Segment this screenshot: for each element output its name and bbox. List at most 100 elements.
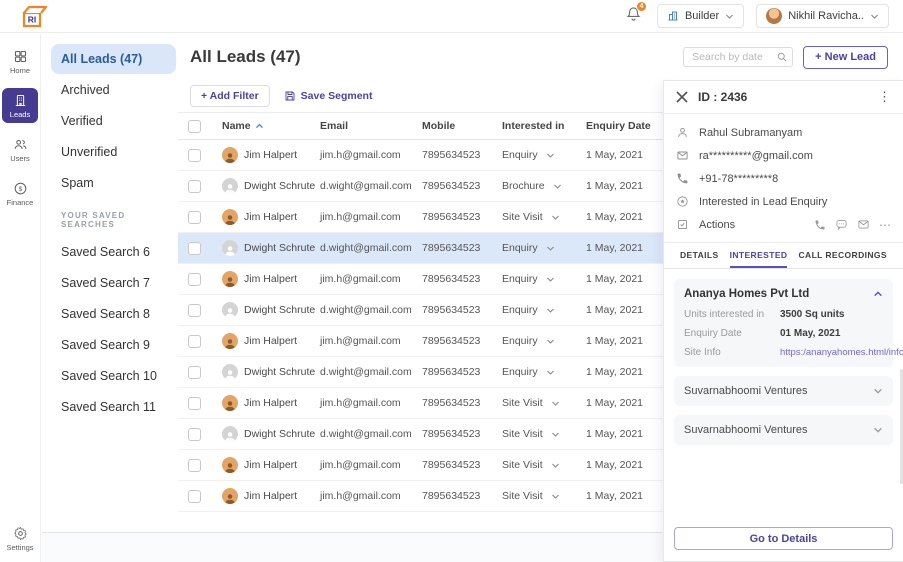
- nav-item-finance[interactable]: $ Finance: [2, 176, 38, 211]
- table-row[interactable]: Jim Halpert jim.h@gmail.com 7895634523 S…: [178, 481, 663, 512]
- row-checkbox[interactable]: [188, 304, 201, 317]
- column-header-name[interactable]: Name: [222, 120, 320, 132]
- site-info-link[interactable]: https:/ananyahomes.html/info: [780, 347, 903, 358]
- saved-search-item[interactable]: Saved Search 11: [41, 392, 178, 422]
- chat-action-icon[interactable]: [835, 218, 848, 231]
- lead-enquiry-date: 1 May, 2021: [586, 149, 663, 161]
- panel-tab[interactable]: INTERESTED: [730, 243, 788, 268]
- row-checkbox[interactable]: [188, 366, 201, 379]
- row-checkbox[interactable]: [188, 459, 201, 472]
- contact-email: ra**********@gmail.com: [699, 150, 813, 162]
- svg-text:$: $: [18, 186, 22, 193]
- logo-box-icon: RI: [18, 3, 48, 30]
- lead-enquiry-date: 1 May, 2021: [586, 242, 663, 254]
- table-row[interactable]: Jim Halpert jim.h@gmail.com 7895634523 E…: [178, 264, 663, 295]
- table-row[interactable]: Jim Halpert jim.h@gmail.com 7895634523 E…: [178, 140, 663, 171]
- panel-tab[interactable]: DETAILS: [680, 243, 719, 268]
- add-filter-button[interactable]: + Add Filter: [190, 85, 270, 107]
- interest-dropdown[interactable]: Brochure: [502, 180, 586, 192]
- row-checkbox[interactable]: [188, 273, 201, 286]
- filter-item[interactable]: All Leads (47): [51, 44, 176, 74]
- row-checkbox[interactable]: [188, 211, 201, 224]
- saved-search-item[interactable]: Saved Search 9: [41, 330, 178, 360]
- lead-id-label: ID : 2436: [698, 90, 747, 104]
- person-avatar-icon: [224, 307, 236, 318]
- row-checkbox[interactable]: [188, 490, 201, 503]
- row-checkbox[interactable]: [188, 397, 201, 410]
- leads-table-body: Jim Halpert jim.h@gmail.com 7895634523 E…: [178, 140, 663, 512]
- interest-dropdown[interactable]: Enquiry: [502, 366, 586, 378]
- saved-search-item[interactable]: Saved Search 6: [41, 237, 178, 267]
- row-avatar: [222, 426, 238, 442]
- table-row[interactable]: Dwight Schrute d.wight@gmail.com 7895634…: [178, 357, 663, 388]
- close-panel-button[interactable]: [676, 91, 688, 103]
- mail-icon: [676, 149, 689, 162]
- interest-dropdown[interactable]: Enquiry: [502, 242, 586, 254]
- nav-item-settings[interactable]: Settings: [2, 521, 38, 556]
- goto-details-button[interactable]: Go to Details: [674, 527, 893, 550]
- save-segment-label: Save Segment: [301, 90, 373, 102]
- collapsed-venture-card[interactable]: Suvarnabhoomi Ventures: [674, 376, 893, 406]
- interest-dropdown[interactable]: Enquiry: [502, 273, 586, 285]
- person-avatar-icon: [224, 338, 236, 349]
- notifications-bell[interactable]: 4: [625, 5, 642, 28]
- column-header-email: Email: [320, 120, 422, 132]
- chevron-up-icon[interactable]: [873, 289, 883, 299]
- save-segment-button[interactable]: Save Segment: [284, 90, 373, 102]
- lead-enquiry-date: 1 May, 2021: [586, 397, 663, 409]
- table-row[interactable]: Dwight Schrute d.wight@gmail.com 7895634…: [178, 295, 663, 326]
- user-menu[interactable]: Nikhil Ravicha..: [756, 4, 889, 28]
- interest-dropdown[interactable]: Site Visit: [502, 397, 586, 409]
- saved-search-item[interactable]: Saved Search 8: [41, 299, 178, 329]
- select-all-checkbox[interactable]: [188, 120, 201, 133]
- filters-list: All Leads (47)ArchivedVerifiedUnverified…: [41, 44, 178, 198]
- panel-tab[interactable]: CALL RECORDINGS: [799, 243, 888, 268]
- row-checkbox[interactable]: [188, 180, 201, 193]
- lead-name: Jim Halpert: [244, 335, 297, 347]
- nav-label: Finance: [7, 198, 34, 207]
- row-checkbox[interactable]: [188, 242, 201, 255]
- row-checkbox[interactable]: [188, 149, 201, 162]
- saved-searches-header: YOUR SAVED SEARCHES: [61, 211, 178, 229]
- interest-dropdown[interactable]: Site Visit: [502, 490, 586, 502]
- more-actions-icon[interactable]: ⋯: [879, 219, 891, 231]
- filter-item[interactable]: Archived: [41, 75, 178, 105]
- interest-dropdown[interactable]: Enquiry: [502, 335, 586, 347]
- table-row[interactable]: Dwight Schrute d.wight@gmail.com 7895634…: [178, 419, 663, 450]
- nav-item-users[interactable]: Users: [2, 132, 38, 167]
- panel-footer: Go to Details: [664, 518, 903, 561]
- interest-dropdown[interactable]: Site Visit: [502, 211, 586, 223]
- chevron-down-icon: [546, 368, 555, 377]
- interest-dropdown[interactable]: Enquiry: [502, 149, 586, 161]
- nav-item-leads[interactable]: Leads: [2, 88, 38, 123]
- table-row[interactable]: Jim Halpert jim.h@gmail.com 7895634523 S…: [178, 450, 663, 481]
- collapsed-venture-card[interactable]: Suvarnabhoomi Ventures: [674, 415, 893, 445]
- builder-selector[interactable]: Builder: [657, 4, 744, 28]
- table-row[interactable]: Jim Halpert jim.h@gmail.com 7895634523 S…: [178, 202, 663, 233]
- interest-dropdown[interactable]: Site Visit: [502, 428, 586, 440]
- table-row[interactable]: Dwight Schrute d.wight@gmail.com 7895634…: [178, 171, 663, 202]
- actions-label: Actions: [699, 219, 735, 231]
- lead-mobile: 7895634523: [422, 459, 502, 471]
- interest-dropdown[interactable]: Enquiry: [502, 304, 586, 316]
- interest-dropdown[interactable]: Site Visit: [502, 459, 586, 471]
- filter-item[interactable]: Unverified: [41, 137, 178, 167]
- row-checkbox[interactable]: [188, 335, 201, 348]
- row-checkbox[interactable]: [188, 428, 201, 441]
- call-action-icon[interactable]: [814, 219, 826, 231]
- filter-item[interactable]: Spam: [41, 168, 178, 198]
- person-avatar-icon: [224, 369, 236, 380]
- field-label: Enquiry Date: [684, 328, 780, 339]
- task-check-icon: [676, 218, 689, 231]
- table-row[interactable]: Dwight Schrute d.wight@gmail.com 7895634…: [178, 233, 663, 264]
- lead-mobile: 7895634523: [422, 242, 502, 254]
- table-row[interactable]: Jim Halpert jim.h@gmail.com 7895634523 E…: [178, 326, 663, 357]
- filter-item[interactable]: Verified: [41, 106, 178, 136]
- nav-item-home[interactable]: Home: [2, 44, 38, 79]
- table-row[interactable]: Jim Halpert jim.h@gmail.com 7895634523 S…: [178, 388, 663, 419]
- saved-search-item[interactable]: Saved Search 10: [41, 361, 178, 391]
- kebab-menu-icon[interactable]: ⋮: [878, 89, 891, 105]
- mail-action-icon[interactable]: [857, 218, 870, 231]
- new-lead-button[interactable]: + New Lead: [803, 46, 888, 69]
- saved-search-item[interactable]: Saved Search 7: [41, 268, 178, 298]
